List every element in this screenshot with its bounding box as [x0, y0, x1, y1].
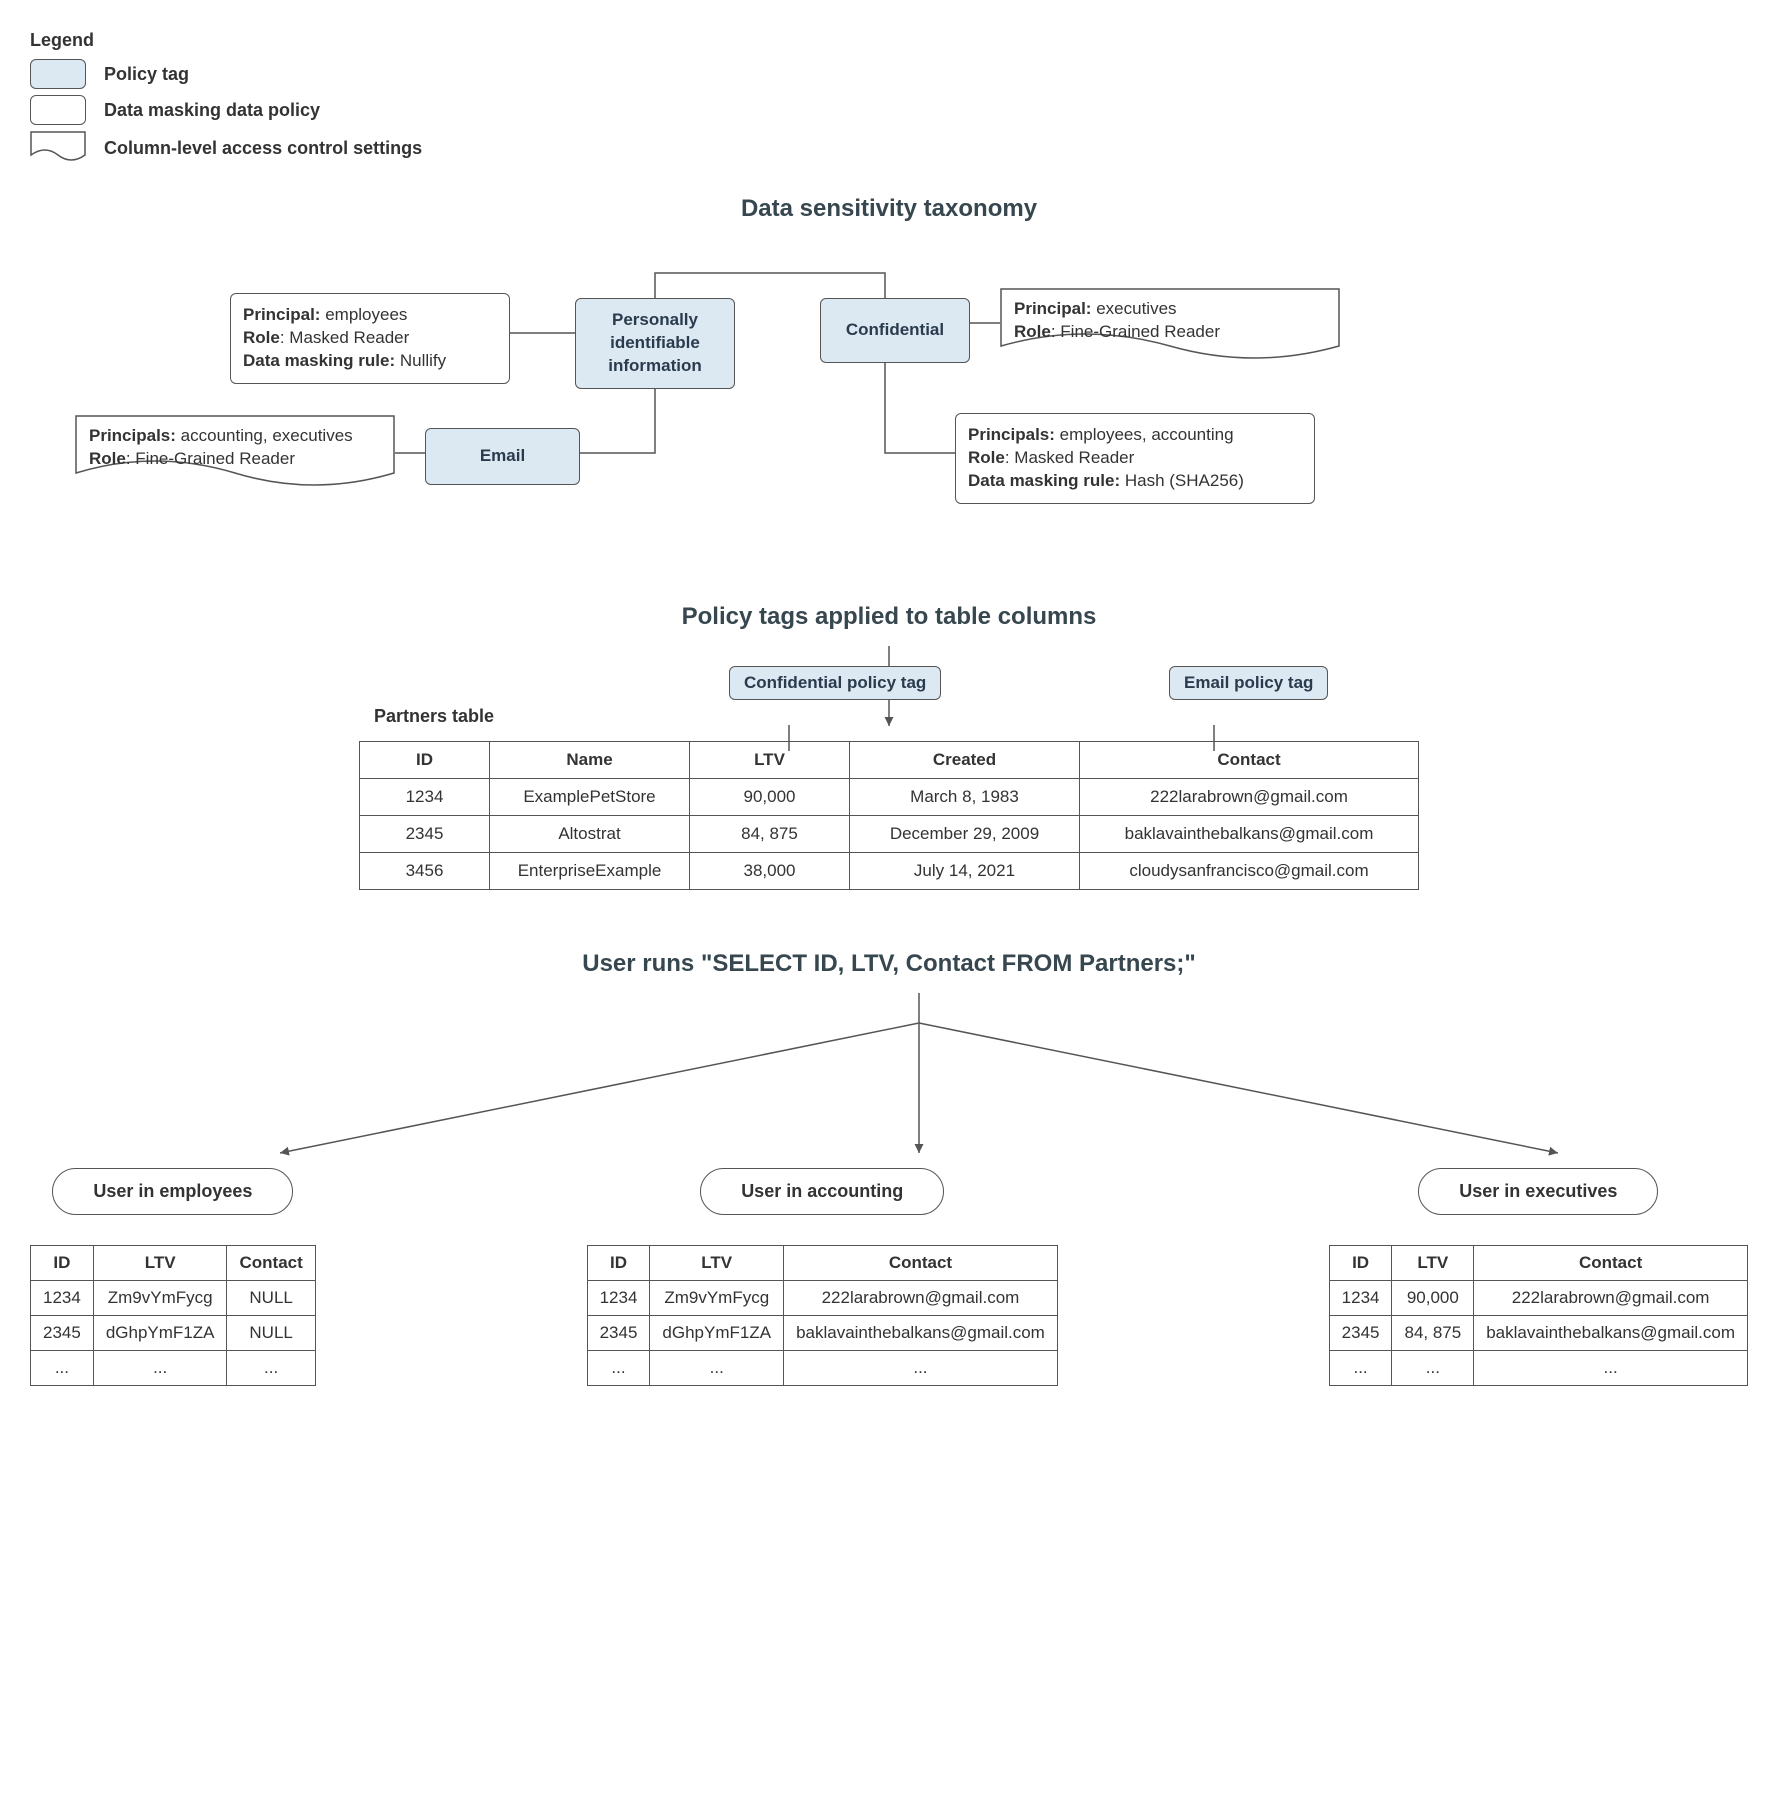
legend-row-policy-tag: Policy tag: [30, 59, 1748, 89]
confidential-chip: Confidential policy tag: [729, 666, 941, 700]
table-row: 1234Zm9vYmFycgNULL: [31, 1281, 316, 1316]
confidential-access: Principal: executives Role: Fine-Grained…: [1000, 288, 1340, 366]
table-header-row: ID Name LTV Created Contact: [360, 742, 1419, 779]
partners-table: ID Name LTV Created Contact 1234ExampleP…: [359, 741, 1419, 890]
legend-row-access: Column-level access control settings: [30, 131, 1748, 165]
result-accounting: User in accounting IDLTVContact 1234Zm9v…: [587, 1168, 1058, 1386]
result-employees: User in employees IDLTVContact 1234Zm9vY…: [30, 1168, 316, 1386]
table-row: .........: [31, 1351, 316, 1386]
section-title-taxonomy: Data sensitivity taxonomy: [30, 195, 1748, 223]
confidential-masking-policy: Principals: employees, accounting Role: …: [955, 413, 1315, 504]
table-row: 234584, 875baklavainthebalkans@gmail.com: [1329, 1316, 1747, 1351]
legend-swatch-access: [30, 131, 86, 165]
confidential-tag: Confidential: [820, 298, 970, 363]
user-pill-executives: User in executives: [1418, 1168, 1658, 1215]
results-row: User in employees IDLTVContact 1234Zm9vY…: [30, 1168, 1748, 1386]
legend-title: Legend: [30, 30, 1748, 51]
taxonomy-diagram: Principal: employees Role: Masked Reader…: [30, 243, 1748, 573]
accounting-table: IDLTVContact 1234Zm9vYmFycg222larabrown@…: [587, 1245, 1058, 1386]
user-pill-accounting: User in accounting: [700, 1168, 944, 1215]
pii-masking-policy: Principal: employees Role: Masked Reader…: [230, 293, 510, 384]
legend-row-masking: Data masking data policy: [30, 95, 1748, 125]
partners-table-label: Partners table: [374, 706, 494, 727]
legend-label: Data masking data policy: [104, 100, 320, 121]
table-row: 1234ExamplePetStore90,000March 8, 198322…: [360, 779, 1419, 816]
table-row: .........: [587, 1351, 1057, 1386]
table-row: 2345dGhpYmF1ZAbaklavainthebalkans@gmail.…: [587, 1316, 1057, 1351]
pii-tag: Personally identifiable information: [575, 298, 735, 389]
employees-table: IDLTVContact 1234Zm9vYmFycgNULL 2345dGhp…: [30, 1245, 316, 1386]
legend: Legend Policy tag Data masking data poli…: [30, 30, 1748, 165]
table-row: 2345Altostrat84, 875December 29, 2009bak…: [360, 816, 1419, 853]
user-pill-employees: User in employees: [52, 1168, 293, 1215]
email-access: Principals: accounting, executives Role:…: [75, 415, 395, 493]
table-row: 3456EnterpriseExample38,000July 14, 2021…: [360, 853, 1419, 890]
partners-table-wrap: Partners table Confidential policy tag E…: [359, 741, 1419, 890]
email-tag: Email: [425, 428, 580, 485]
section-title-applied: Policy tags applied to table columns: [30, 603, 1748, 631]
table-row: .........: [1329, 1351, 1747, 1386]
table-row: 123490,000222larabrown@gmail.com: [1329, 1281, 1747, 1316]
table-row: 2345dGhpYmF1ZANULL: [31, 1316, 316, 1351]
legend-label: Column-level access control settings: [104, 138, 422, 159]
legend-swatch-policy-tag: [30, 59, 86, 89]
legend-label: Policy tag: [104, 64, 189, 85]
executives-table: IDLTVContact 123490,000222larabrown@gmai…: [1329, 1245, 1748, 1386]
email-chip: Email policy tag: [1169, 666, 1328, 700]
legend-swatch-masking: [30, 95, 86, 125]
table-row: 1234Zm9vYmFycg222larabrown@gmail.com: [587, 1281, 1057, 1316]
section-title-query: User runs "SELECT ID, LTV, Contact FROM …: [30, 950, 1748, 978]
result-executives: User in executives IDLTVContact 123490,0…: [1329, 1168, 1748, 1386]
